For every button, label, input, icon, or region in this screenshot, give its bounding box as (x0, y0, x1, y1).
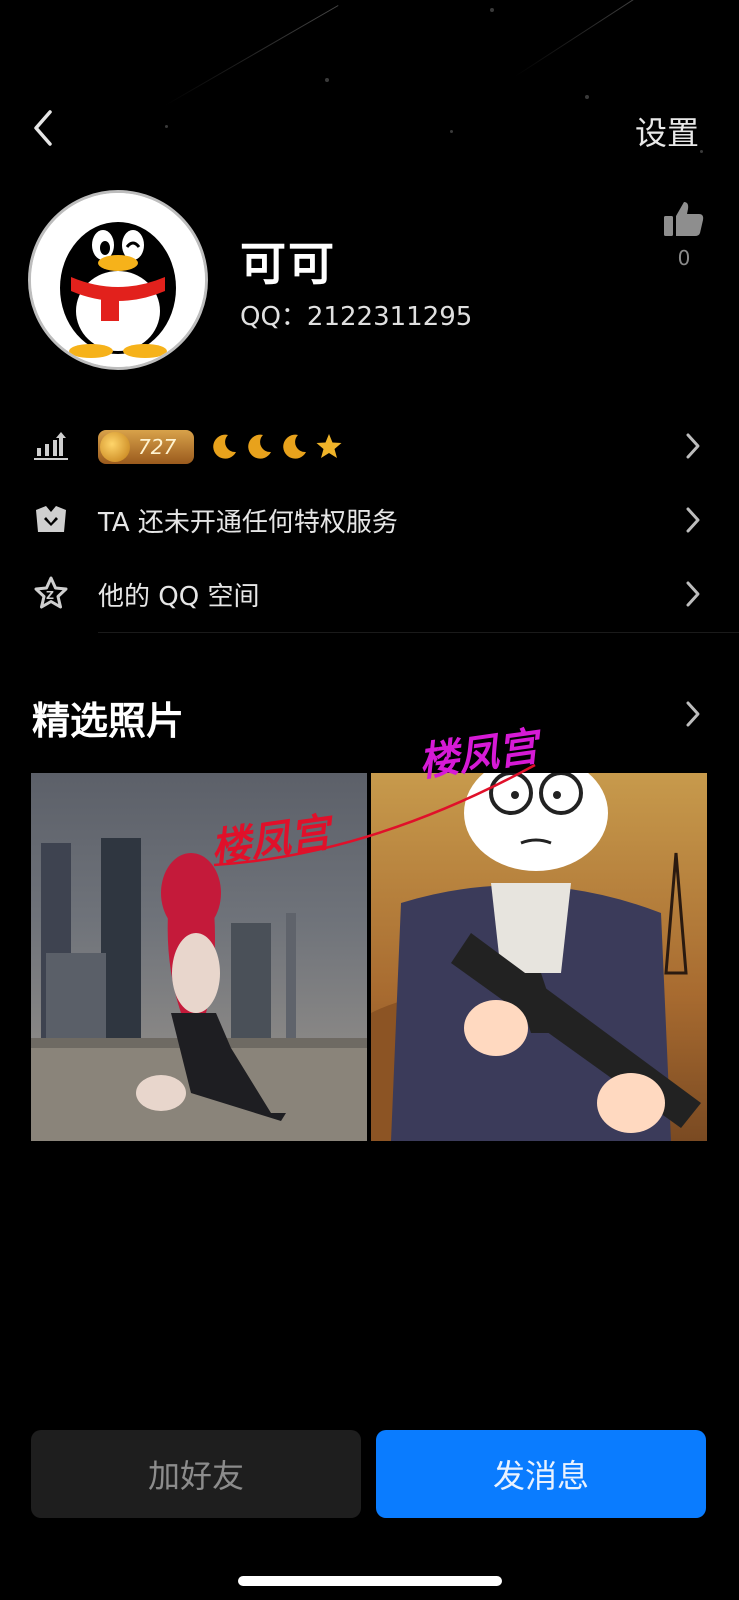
level-value: 727 (138, 435, 177, 459)
privilege-row[interactable]: TA 还未开通任何特权服务 (0, 484, 739, 558)
qzone-row[interactable]: Z 他的 QQ 空间 (0, 558, 739, 632)
avatar[interactable] (28, 190, 208, 370)
thumbs-up-icon (664, 202, 704, 236)
chevron-right-icon (686, 507, 700, 533)
coin-icon (100, 432, 130, 462)
star-decoration (490, 8, 494, 12)
chevron-right-icon (686, 581, 700, 607)
qzone-label: 他的 QQ 空间 (98, 582, 260, 612)
star-decoration (165, 125, 168, 128)
star-decoration (585, 95, 589, 99)
star-decoration (450, 130, 453, 133)
chevron-right-icon (686, 433, 700, 459)
privilege-label: TA 还未开通任何特权服务 (98, 508, 398, 538)
nickname: 可可 (240, 237, 336, 291)
level-row[interactable]: 727 (0, 410, 739, 484)
star-decoration (700, 150, 703, 153)
star-decoration (325, 78, 329, 82)
like-count: 0 (677, 246, 691, 270)
section-title: 精选照片 (32, 699, 185, 743)
settings-button[interactable]: 设置 (635, 108, 699, 154)
star-icon (316, 434, 342, 458)
back-button[interactable] (30, 108, 60, 148)
moon-icon (213, 434, 236, 459)
divider (98, 632, 739, 633)
like-button[interactable]: 0 (659, 200, 709, 270)
shooting-star (514, 0, 650, 77)
chevron-right-icon[interactable] (685, 700, 701, 728)
add-friend-button[interactable]: 加好友 (31, 1430, 361, 1518)
level-badge: 727 (98, 430, 194, 464)
send-message-button[interactable]: 发消息 (376, 1430, 706, 1518)
chevron-left-icon (34, 110, 52, 146)
shooting-star (164, 5, 339, 106)
level-chart-icon (34, 432, 68, 460)
qq-number: QQ：2122311295 (240, 302, 473, 332)
moon-icon (248, 434, 271, 459)
crown-icon (36, 506, 66, 532)
qzone-star-icon: Z (34, 576, 68, 609)
home-indicator (238, 1576, 502, 1586)
moon-icon (283, 434, 306, 459)
qq-penguin-avatar (31, 193, 205, 367)
svg-text:Z: Z (46, 589, 54, 602)
